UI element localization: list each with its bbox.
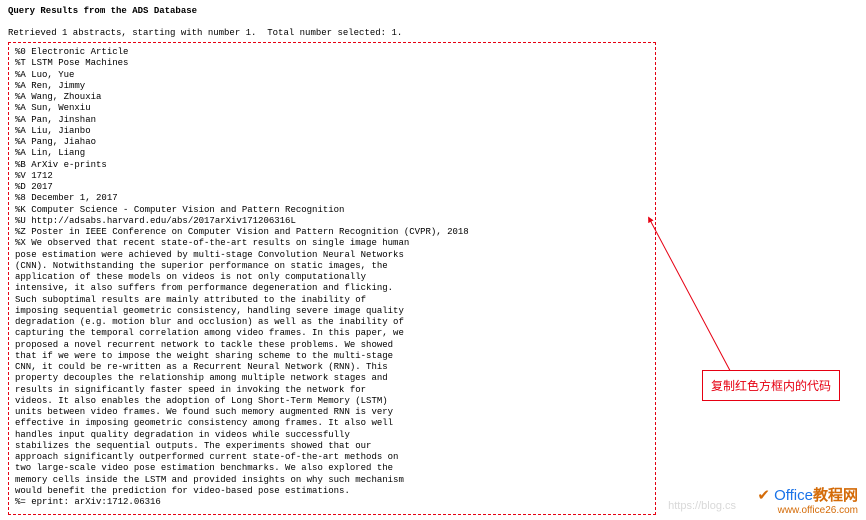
logo-suffix: 教程网 <box>813 487 858 504</box>
record-line: %T LSTM Pose Machines <box>15 58 649 69</box>
record-line: application of these models on videos is… <box>15 272 649 283</box>
record-line: %D 2017 <box>15 182 649 193</box>
record-line: %X We observed that recent state-of-the-… <box>15 238 649 249</box>
record-line: effective in imposing geometric consiste… <box>15 418 649 429</box>
record-line: would benefit the prediction for video-b… <box>15 486 649 497</box>
record-line: intensive, it also suffers from performa… <box>15 283 649 294</box>
record-line: CNN, it could be re-written as a Recurre… <box>15 362 649 373</box>
record-line: %K Computer Science - Computer Vision an… <box>15 205 649 216</box>
record-line: %A Liu, Jianbo <box>15 126 649 137</box>
record-line: degradation (e.g. motion blur and occlus… <box>15 317 649 328</box>
site-logo: ✔ Office教程网 www.office26.com <box>757 484 858 516</box>
record-line: handles input quality degradation in vid… <box>15 430 649 441</box>
record-line: (CNN). Notwithstanding the superior perf… <box>15 261 649 272</box>
logo-prefix: Office <box>774 487 813 504</box>
record-line: approach significantly outperformed curr… <box>15 452 649 463</box>
record-line: property decouples the relationship amon… <box>15 373 649 384</box>
record-line: units between video frames. We found suc… <box>15 407 649 418</box>
record-line: %A Luo, Yue <box>15 70 649 81</box>
record-line: %V 1712 <box>15 171 649 182</box>
record-line: proposed a novel recurrent network to ta… <box>15 340 649 351</box>
record-line: stabilizes the sequential outputs. The e… <box>15 441 649 452</box>
record-line: %U http://adsabs.harvard.edu/abs/2017arX… <box>15 216 649 227</box>
record-line: that if we were to impose the weight sha… <box>15 351 649 362</box>
annotation-label: 复制红色方框内的代码 <box>702 370 840 401</box>
record-line: %A Ren, Jimmy <box>15 81 649 92</box>
record-line: videos. It also enables the adoption of … <box>15 396 649 407</box>
retrieved-line: Retrieved 1 abstracts, starting with num… <box>8 28 858 38</box>
record-line: %Z Poster in IEEE Conference on Computer… <box>15 227 649 238</box>
record-line: two large-scale video pose estimation be… <box>15 463 649 474</box>
logo-check-icon: ✔ <box>757 487 770 504</box>
record-line: capturing the temporal correlation among… <box>15 328 649 339</box>
watermark-blog: https://blog.cs <box>668 500 736 512</box>
page-title: Query Results from the ADS Database <box>8 6 858 16</box>
record-line: %A Wang, Zhouxia <box>15 92 649 103</box>
record-line: %A Lin, Liang <box>15 148 649 159</box>
record-line: %A Sun, Wenxiu <box>15 103 649 114</box>
record-box[interactable]: %0 Electronic Article%T LSTM Pose Machin… <box>8 42 656 515</box>
record-line: pose estimation were achieved by multi-s… <box>15 250 649 261</box>
record-line: %0 Electronic Article <box>15 47 649 58</box>
record-line: imposing sequential geometric consistenc… <box>15 306 649 317</box>
record-line: Such suboptimal results are mainly attri… <box>15 295 649 306</box>
record-line: %= eprint: arXiv:1712.06316 <box>15 497 649 508</box>
record-line: %A Pang, Jiahao <box>15 137 649 148</box>
record-line: results in significantly faster speed in… <box>15 385 649 396</box>
logo-url: www.office26.com <box>757 505 858 516</box>
record-line: %B ArXiv e-prints <box>15 160 649 171</box>
record-line: %8 December 1, 2017 <box>15 193 649 204</box>
logo-text: ✔ Office教程网 <box>757 484 858 505</box>
annotation-arrow <box>640 210 760 390</box>
record-line: %A Pan, Jinshan <box>15 115 649 126</box>
record-line: memory cells inside the LSTM and provide… <box>15 475 649 486</box>
header: Query Results from the ADS Database Retr… <box>0 0 866 38</box>
